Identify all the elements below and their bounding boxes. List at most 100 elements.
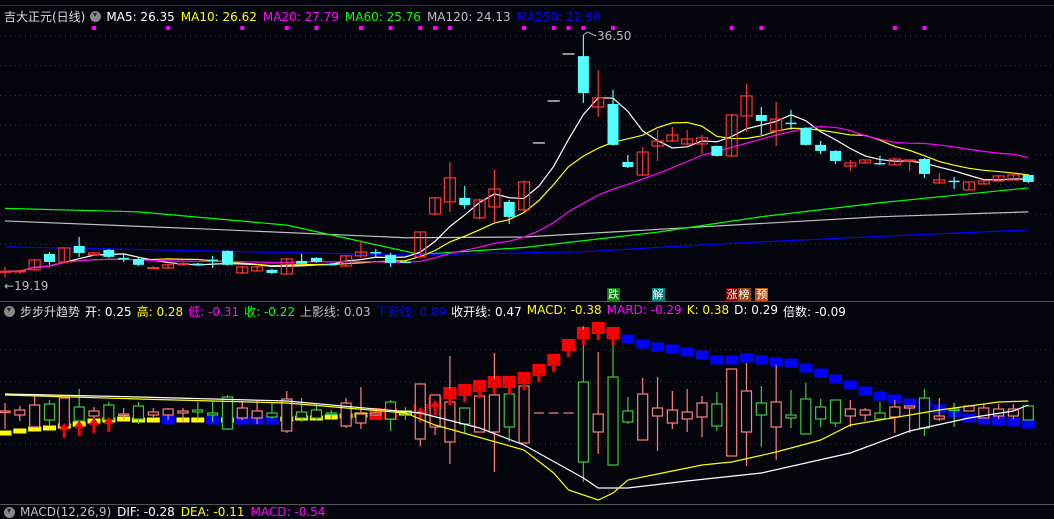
signal-marker: [433, 26, 438, 30]
indicator-candle-body: [29, 404, 41, 428]
signal-marker: [358, 26, 363, 30]
ma-value-2: MA20: 27.79: [262, 9, 339, 24]
indicator-candle-body: [73, 406, 85, 422]
signal-marker: [418, 26, 423, 30]
indicator-candle-body: [755, 402, 767, 416]
trend-block: [0, 430, 12, 436]
signal-marker: [447, 26, 452, 30]
indicator-candle-body: [740, 390, 753, 433]
candle-body-down: [370, 251, 382, 254]
indicator-candle-body: [177, 410, 189, 414]
indicator-candle-body: [43, 403, 56, 421]
trend-block: [42, 425, 56, 431]
trend-block: [665, 344, 679, 354]
trend-block: [680, 347, 694, 357]
candle-body-down: [755, 114, 767, 121]
indicator-field-4: 上影线: 0.03: [300, 305, 371, 319]
signal-marker: [240, 26, 245, 30]
candle-body-down: [874, 162, 886, 165]
trend-block: [725, 355, 739, 365]
indicator-candle-body: [651, 407, 664, 417]
signal-marker: [522, 26, 527, 30]
signal-marker: [892, 26, 897, 30]
main-legend: 吉大正元(日线) MA5: 26.35 MA10: 26.62 MA20: 27.7…: [4, 8, 600, 25]
indicator-candle-body: [14, 409, 26, 416]
indicator-candle-body: [592, 413, 604, 433]
indicator-candle-body: [518, 385, 530, 444]
indicator-candle-body: [666, 409, 678, 424]
indicator-candle-body: [310, 409, 323, 419]
trend-block: [814, 368, 828, 378]
indicator-legend: 步步升趋势 开: 0.25 高: 0.28 低: -0.31 收: -0.22 上影线:…: [4, 303, 846, 320]
indicator-candle-body: [933, 415, 945, 420]
indicator-candle-body: [162, 408, 174, 416]
indicator-candle-body: [147, 411, 159, 416]
signal-marker: [388, 26, 393, 30]
indicator-candle-body: [622, 410, 634, 423]
indicator-candle-body: [355, 413, 367, 424]
ma10-line: [4, 121, 1029, 272]
candle-body-down: [459, 197, 471, 206]
indicator-candle-body: [726, 368, 738, 457]
indicator-field-7: MACD: -0.38: [526, 303, 602, 317]
trend-block: [710, 355, 724, 365]
indicator-candle-body: [889, 406, 901, 418]
trend-block: [843, 380, 857, 390]
signal-marker: [922, 26, 927, 30]
indicator-field-8: MARD: -0.29: [606, 303, 682, 317]
candle-body-down: [399, 261, 411, 263]
candle-body-up: [13, 270, 26, 273]
candle-body-down: [918, 159, 930, 174]
trend-block: [828, 374, 842, 384]
signal-marker: [551, 26, 556, 30]
indicator-candle-body: [815, 406, 827, 420]
candle-body-down: [310, 257, 322, 262]
stock-title: 吉大正元(日线): [4, 10, 86, 24]
signal-badge[interactable]: 预: [755, 288, 769, 301]
candle-body-down: [221, 250, 233, 265]
indicator-candle-body: [192, 409, 204, 413]
indicator-field-10: D: 0.29: [734, 303, 778, 317]
indicator-candle-body: [266, 412, 278, 418]
settings-dropdown-icon[interactable]: [90, 11, 102, 22]
indicator-candle-body: [370, 412, 382, 416]
signal-marker: [314, 26, 319, 30]
trend-block: [754, 355, 768, 365]
macd-dropdown-icon[interactable]: [4, 506, 15, 518]
signal-badge[interactable]: 跌: [607, 288, 621, 301]
candle-body-down: [207, 259, 219, 262]
candle-body-up: [0, 270, 12, 273]
signal-badge[interactable]: 解: [651, 288, 665, 301]
trend-block: [784, 358, 798, 368]
indicator-name: 步步升趋势: [20, 305, 81, 319]
indicator-candle-body: [637, 393, 649, 441]
candle-body-down: [577, 56, 589, 94]
candle-body-down: [296, 260, 308, 264]
candle-body-up: [147, 267, 160, 270]
candle-body-down: [103, 249, 115, 257]
indicator-candle-body: [874, 412, 886, 420]
ma-value-5: MA250: 22.90: [516, 9, 601, 24]
trend-block: [13, 428, 27, 434]
indicator-candle-body: [251, 410, 263, 419]
trend-block: [636, 339, 650, 349]
signal-marker: [91, 26, 96, 30]
indicator-field-5: 下影线: 0.09: [375, 305, 447, 319]
candle-body-down: [607, 103, 619, 145]
indicator-dropdown-icon[interactable]: [4, 306, 15, 317]
indicator-field-6: 收开线: 0.47: [451, 305, 522, 319]
indicator-candle-body: [577, 381, 589, 463]
signal-marker: [284, 26, 289, 30]
trend-block: [695, 350, 709, 360]
signal-badge[interactable]: 榜: [737, 288, 751, 301]
indicator-candle-body: [503, 393, 515, 428]
indicator-field-0: 开: 0.25: [85, 305, 132, 319]
indicator-candle-body: [325, 412, 337, 416]
ma-value-0: MA5: 26.35: [106, 9, 175, 24]
candle-body-down: [948, 180, 960, 183]
candle-body-down: [73, 245, 85, 253]
candle-body-down: [43, 253, 55, 262]
kline-chart[interactable]: [0, 0, 1054, 512]
indicator-candle-body: [488, 394, 500, 433]
indicator-candle-body: [800, 398, 812, 435]
